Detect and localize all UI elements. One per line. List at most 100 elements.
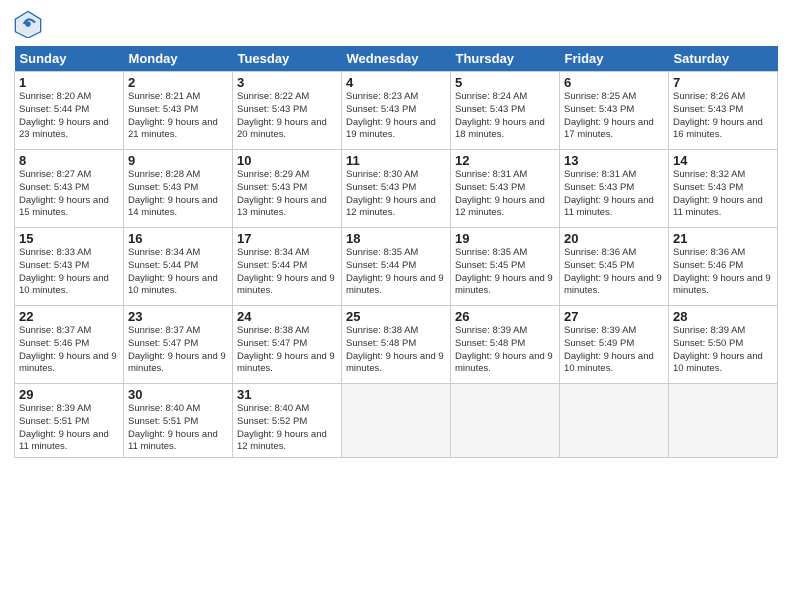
day-number: 14	[673, 153, 773, 168]
day-number: 16	[128, 231, 228, 246]
cell-info: Sunrise: 8:27 AMSunset: 5:43 PMDaylight:…	[19, 169, 109, 218]
calendar-cell: 30Sunrise: 8:40 AMSunset: 5:51 PMDayligh…	[124, 384, 233, 458]
header	[14, 10, 778, 38]
day-number: 1	[19, 75, 119, 90]
calendar-cell: 16Sunrise: 8:34 AMSunset: 5:44 PMDayligh…	[124, 228, 233, 306]
week-row-2: 8Sunrise: 8:27 AMSunset: 5:43 PMDaylight…	[15, 150, 778, 228]
cell-info: Sunrise: 8:22 AMSunset: 5:43 PMDaylight:…	[237, 91, 327, 140]
cell-info: Sunrise: 8:34 AMSunset: 5:44 PMDaylight:…	[237, 247, 335, 296]
day-header-wednesday: Wednesday	[342, 46, 451, 72]
cell-info: Sunrise: 8:32 AMSunset: 5:43 PMDaylight:…	[673, 169, 763, 218]
day-header-tuesday: Tuesday	[233, 46, 342, 72]
cell-info: Sunrise: 8:24 AMSunset: 5:43 PMDaylight:…	[455, 91, 545, 140]
calendar-cell	[560, 384, 669, 458]
day-header-saturday: Saturday	[669, 46, 778, 72]
cell-info: Sunrise: 8:28 AMSunset: 5:43 PMDaylight:…	[128, 169, 218, 218]
day-number: 17	[237, 231, 337, 246]
calendar-cell: 7Sunrise: 8:26 AMSunset: 5:43 PMDaylight…	[669, 72, 778, 150]
cell-info: Sunrise: 8:36 AMSunset: 5:46 PMDaylight:…	[673, 247, 771, 296]
calendar-cell: 26Sunrise: 8:39 AMSunset: 5:48 PMDayligh…	[451, 306, 560, 384]
calendar-cell: 4Sunrise: 8:23 AMSunset: 5:43 PMDaylight…	[342, 72, 451, 150]
logo	[14, 10, 46, 38]
logo-icon	[14, 10, 42, 38]
day-number: 7	[673, 75, 773, 90]
calendar-cell: 27Sunrise: 8:39 AMSunset: 5:49 PMDayligh…	[560, 306, 669, 384]
day-number: 29	[19, 387, 119, 402]
calendar-cell: 9Sunrise: 8:28 AMSunset: 5:43 PMDaylight…	[124, 150, 233, 228]
cell-info: Sunrise: 8:36 AMSunset: 5:45 PMDaylight:…	[564, 247, 662, 296]
calendar-cell: 28Sunrise: 8:39 AMSunset: 5:50 PMDayligh…	[669, 306, 778, 384]
day-number: 5	[455, 75, 555, 90]
page-container: SundayMondayTuesdayWednesdayThursdayFrid…	[0, 0, 792, 466]
day-number: 21	[673, 231, 773, 246]
calendar-cell: 12Sunrise: 8:31 AMSunset: 5:43 PMDayligh…	[451, 150, 560, 228]
day-number: 20	[564, 231, 664, 246]
day-number: 22	[19, 309, 119, 324]
calendar-table: SundayMondayTuesdayWednesdayThursdayFrid…	[14, 46, 778, 458]
calendar-cell: 15Sunrise: 8:33 AMSunset: 5:43 PMDayligh…	[15, 228, 124, 306]
cell-info: Sunrise: 8:40 AMSunset: 5:52 PMDaylight:…	[237, 403, 327, 452]
week-row-3: 15Sunrise: 8:33 AMSunset: 5:43 PMDayligh…	[15, 228, 778, 306]
calendar-cell	[342, 384, 451, 458]
cell-info: Sunrise: 8:31 AMSunset: 5:43 PMDaylight:…	[564, 169, 654, 218]
day-number: 12	[455, 153, 555, 168]
calendar-cell: 22Sunrise: 8:37 AMSunset: 5:46 PMDayligh…	[15, 306, 124, 384]
cell-info: Sunrise: 8:23 AMSunset: 5:43 PMDaylight:…	[346, 91, 436, 140]
week-row-5: 29Sunrise: 8:39 AMSunset: 5:51 PMDayligh…	[15, 384, 778, 458]
day-number: 8	[19, 153, 119, 168]
cell-info: Sunrise: 8:30 AMSunset: 5:43 PMDaylight:…	[346, 169, 436, 218]
day-number: 6	[564, 75, 664, 90]
cell-info: Sunrise: 8:38 AMSunset: 5:47 PMDaylight:…	[237, 325, 335, 374]
calendar-cell: 2Sunrise: 8:21 AMSunset: 5:43 PMDaylight…	[124, 72, 233, 150]
calendar-cell: 17Sunrise: 8:34 AMSunset: 5:44 PMDayligh…	[233, 228, 342, 306]
calendar-cell: 23Sunrise: 8:37 AMSunset: 5:47 PMDayligh…	[124, 306, 233, 384]
calendar-cell: 18Sunrise: 8:35 AMSunset: 5:44 PMDayligh…	[342, 228, 451, 306]
cell-info: Sunrise: 8:37 AMSunset: 5:46 PMDaylight:…	[19, 325, 117, 374]
cell-info: Sunrise: 8:35 AMSunset: 5:44 PMDaylight:…	[346, 247, 444, 296]
day-header-sunday: Sunday	[15, 46, 124, 72]
calendar-cell	[451, 384, 560, 458]
cell-info: Sunrise: 8:39 AMSunset: 5:48 PMDaylight:…	[455, 325, 553, 374]
calendar-cell: 1Sunrise: 8:20 AMSunset: 5:44 PMDaylight…	[15, 72, 124, 150]
day-number: 2	[128, 75, 228, 90]
calendar-cell: 24Sunrise: 8:38 AMSunset: 5:47 PMDayligh…	[233, 306, 342, 384]
day-number: 3	[237, 75, 337, 90]
cell-info: Sunrise: 8:25 AMSunset: 5:43 PMDaylight:…	[564, 91, 654, 140]
cell-info: Sunrise: 8:40 AMSunset: 5:51 PMDaylight:…	[128, 403, 218, 452]
cell-info: Sunrise: 8:39 AMSunset: 5:51 PMDaylight:…	[19, 403, 109, 452]
calendar-cell: 31Sunrise: 8:40 AMSunset: 5:52 PMDayligh…	[233, 384, 342, 458]
day-number: 9	[128, 153, 228, 168]
cell-info: Sunrise: 8:37 AMSunset: 5:47 PMDaylight:…	[128, 325, 226, 374]
calendar-cell: 10Sunrise: 8:29 AMSunset: 5:43 PMDayligh…	[233, 150, 342, 228]
cell-info: Sunrise: 8:33 AMSunset: 5:43 PMDaylight:…	[19, 247, 109, 296]
week-row-4: 22Sunrise: 8:37 AMSunset: 5:46 PMDayligh…	[15, 306, 778, 384]
cell-info: Sunrise: 8:39 AMSunset: 5:49 PMDaylight:…	[564, 325, 654, 374]
calendar-cell: 14Sunrise: 8:32 AMSunset: 5:43 PMDayligh…	[669, 150, 778, 228]
calendar-cell: 3Sunrise: 8:22 AMSunset: 5:43 PMDaylight…	[233, 72, 342, 150]
day-number: 10	[237, 153, 337, 168]
day-number: 25	[346, 309, 446, 324]
cell-info: Sunrise: 8:26 AMSunset: 5:43 PMDaylight:…	[673, 91, 763, 140]
cell-info: Sunrise: 8:31 AMSunset: 5:43 PMDaylight:…	[455, 169, 545, 218]
day-number: 13	[564, 153, 664, 168]
calendar-cell	[669, 384, 778, 458]
day-number: 24	[237, 309, 337, 324]
day-number: 31	[237, 387, 337, 402]
day-header-thursday: Thursday	[451, 46, 560, 72]
calendar-cell: 8Sunrise: 8:27 AMSunset: 5:43 PMDaylight…	[15, 150, 124, 228]
cell-info: Sunrise: 8:21 AMSunset: 5:43 PMDaylight:…	[128, 91, 218, 140]
cell-info: Sunrise: 8:39 AMSunset: 5:50 PMDaylight:…	[673, 325, 763, 374]
day-number: 19	[455, 231, 555, 246]
calendar-cell: 11Sunrise: 8:30 AMSunset: 5:43 PMDayligh…	[342, 150, 451, 228]
day-number: 28	[673, 309, 773, 324]
cell-info: Sunrise: 8:29 AMSunset: 5:43 PMDaylight:…	[237, 169, 327, 218]
day-number: 26	[455, 309, 555, 324]
calendar-cell: 6Sunrise: 8:25 AMSunset: 5:43 PMDaylight…	[560, 72, 669, 150]
day-number: 30	[128, 387, 228, 402]
cell-info: Sunrise: 8:34 AMSunset: 5:44 PMDaylight:…	[128, 247, 218, 296]
calendar-cell: 19Sunrise: 8:35 AMSunset: 5:45 PMDayligh…	[451, 228, 560, 306]
day-header-monday: Monday	[124, 46, 233, 72]
cell-info: Sunrise: 8:38 AMSunset: 5:48 PMDaylight:…	[346, 325, 444, 374]
day-number: 4	[346, 75, 446, 90]
day-number: 27	[564, 309, 664, 324]
